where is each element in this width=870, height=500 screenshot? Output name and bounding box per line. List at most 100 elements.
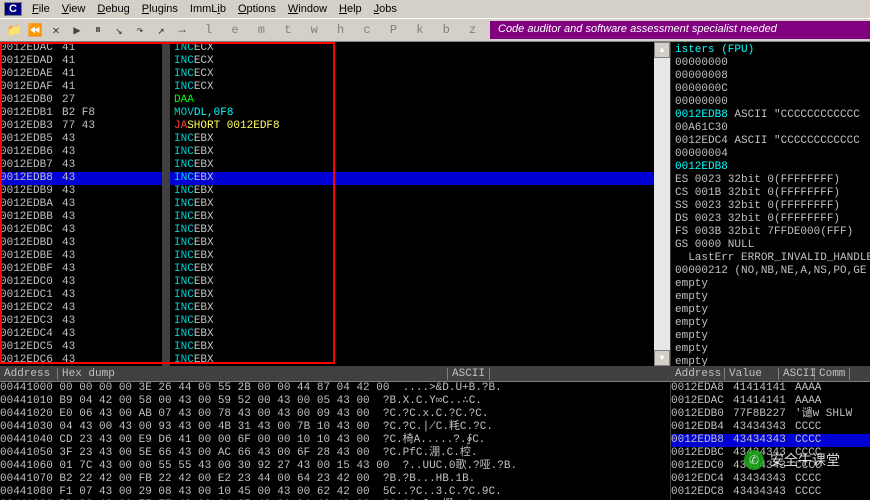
disasm-row[interactable]: 0012EDB943INC EBX [0, 185, 670, 198]
dump-row[interactable]: 00441020 E0 06 43 00 AB 07 43 00 78 43 0… [0, 408, 670, 421]
menu-debug[interactable]: Debug [91, 3, 135, 15]
register-line: empty [675, 356, 866, 366]
disasm-row[interactable]: 0012EDB543INC EBX [0, 133, 670, 146]
register-line: CS 001B 32bit 0(FFFFFFFF) [675, 187, 866, 200]
stack-row[interactable]: 0012EDC443434343CCCC [671, 473, 870, 486]
register-line: FS 003B 32bit 7FFDE000(FFF) [675, 226, 866, 239]
step-over-icon[interactable]: ↷ [130, 20, 150, 40]
register-line: 00000000 [675, 57, 866, 70]
dump-row[interactable]: 00441000 00 00 00 00 3E 26 44 00 55 2B 0… [0, 382, 670, 395]
register-line: LastErr ERROR_INVALID_HANDLE [675, 252, 866, 265]
disasm-row[interactable]: 0012EDC043INC EBX [0, 276, 670, 289]
register-line: isters (FPU) [675, 44, 866, 57]
stack-row[interactable]: 0012EDB843434343CCCC [671, 434, 870, 447]
menu-immlib[interactable]: ImmLib [184, 3, 232, 15]
menu-jobs[interactable]: Jobs [368, 3, 403, 15]
app-logo-icon: C [4, 2, 22, 16]
run-to-icon[interactable]: → [172, 20, 192, 40]
disasm-row[interactable]: 0012EDB027DAA [0, 94, 670, 107]
menu-view[interactable]: View [56, 3, 92, 15]
menu-help[interactable]: Help [333, 3, 368, 15]
stack-header: Address Value ASCII Comm [671, 367, 870, 382]
stack-row[interactable]: 0012EDA841414141AAAA [671, 382, 870, 395]
stack-row[interactable]: 0012EDBC43434343CCCC [671, 447, 870, 460]
register-line: 00000008 [675, 70, 866, 83]
disasm-row[interactable]: 0012EDB743INC EBX [0, 159, 670, 172]
register-line: 00A61C30 [675, 122, 866, 135]
stack-row[interactable]: 0012EDC043434343CCCC [671, 460, 870, 473]
stack-row[interactable]: 0012EDAC41414141AAAA [671, 395, 870, 408]
register-line: GS 0000 NULL [675, 239, 866, 252]
disasm-row[interactable]: 0012EDAD41INC ECX [0, 55, 670, 68]
open-icon[interactable]: 📁 [4, 20, 24, 40]
register-line: 00000212 (NO,NB,NE,A,NS,PO,GE [675, 265, 866, 278]
disasm-row[interactable]: 0012EDB643INC EBX [0, 146, 670, 159]
stack-hdr-comment: Comm [815, 368, 850, 380]
dump-row[interactable]: 00441010 B9 04 42 00 58 00 43 00 59 52 0… [0, 395, 670, 408]
disasm-row[interactable]: 0012EDAF41INC ECX [0, 81, 670, 94]
bottom-area: Address Hex dump ASCII 00441000 00 00 00… [0, 366, 870, 500]
register-line: DS 0023 32bit 0(FFFFFFFF) [675, 213, 866, 226]
disasm-row[interactable]: 0012EDAC41INC ECX [0, 42, 670, 55]
registers-pane[interactable]: isters (FPU)00000000000000080000000C0000… [670, 42, 870, 366]
dump-row[interactable]: 00441040 CD 23 43 00 E9 D6 41 00 00 6F 0… [0, 434, 670, 447]
dump-row[interactable]: 00441050 3F 23 43 00 5E 66 43 00 AC 66 4… [0, 447, 670, 460]
menu-bar: C FFileile View Debug Plugins ImmLib Opt… [0, 0, 870, 18]
disasm-row[interactable]: 0012EDC143INC EBX [0, 289, 670, 302]
menu-plugins[interactable]: Plugins [136, 3, 184, 15]
register-line: empty [675, 317, 866, 330]
stack-row[interactable]: 0012EDB443434343CCCC [671, 421, 870, 434]
hex-dump-pane[interactable]: Address Hex dump ASCII 00441000 00 00 00… [0, 367, 670, 500]
disasm-row[interactable]: 0012EDC643INC EBX [0, 354, 670, 366]
disassembly-list[interactable]: 0012EDAC41INC ECX0012EDAD41INC ECX0012ED… [0, 42, 670, 366]
dump-row[interactable]: 00441080 F1 07 43 00 29 08 43 00 10 45 0… [0, 486, 670, 499]
pause-icon[interactable]: ⏸ [88, 20, 108, 40]
play-icon[interactable]: ▶ [67, 20, 87, 40]
scroll-track[interactable] [654, 58, 670, 350]
menu-file[interactable]: FFileile [26, 3, 56, 15]
cpu-scrollbar[interactable]: ▲ ▼ [654, 42, 670, 366]
stack-row[interactable]: 0012EDB077F8B227'谴w SHLW [671, 408, 870, 421]
menu-options[interactable]: Options [232, 3, 282, 15]
disasm-row[interactable]: 0012EDBC43INC EBX [0, 224, 670, 237]
close-icon[interactable]: ✕ [46, 20, 66, 40]
disasm-row[interactable]: 0012EDBF43INC EBX [0, 263, 670, 276]
stack-hdr-ascii: ASCII [779, 368, 815, 380]
register-line: empty [675, 278, 866, 291]
step-into-icon[interactable]: ↘ [109, 20, 129, 40]
disasm-row[interactable]: 0012EDB377 43JA SHORT 0012EDF8 [0, 120, 670, 133]
rewind-icon[interactable]: ⏪ [25, 20, 45, 40]
scroll-up-icon[interactable]: ▲ [654, 42, 670, 58]
register-line: 0000000C [675, 83, 866, 96]
register-line: empty [675, 330, 866, 343]
disasm-row[interactable]: 0012EDBB43INC EBX [0, 211, 670, 224]
stack-row[interactable]: 0012EDC843434343CCCC [671, 486, 870, 499]
disasm-row[interactable]: 0012EDC443INC EBX [0, 328, 670, 341]
step-out-icon[interactable]: ↗ [151, 20, 171, 40]
scroll-down-icon[interactable]: ▼ [654, 350, 670, 366]
register-line: 00000000 [675, 96, 866, 109]
stack-hdr-value: Value [725, 368, 779, 380]
stack-pane[interactable]: Address Value ASCII Comm 0012EDA84141414… [670, 367, 870, 500]
disasm-row[interactable]: 0012EDC343INC EBX [0, 315, 670, 328]
dump-hdr-ascii: ASCII [448, 368, 490, 380]
disasm-row[interactable]: 0012EDBE43INC EBX [0, 250, 670, 263]
register-line: 0012EDC4 ASCII "CCCCCCCCCCCC [675, 135, 866, 148]
dump-row[interactable]: 00441060 01 7C 43 00 00 55 55 43 00 30 9… [0, 460, 670, 473]
register-line: ES 0023 32bit 0(FFFFFFFF) [675, 174, 866, 187]
disasm-row[interactable]: 0012EDB1B2 F8MOV DL,0F8 [0, 107, 670, 120]
toolbar: 📁 ⏪ ✕ ▶ ⏸ ↘ ↷ ↗ → l e m t w h c P k b z … [0, 18, 870, 42]
disasm-row[interactable]: 0012EDC543INC EBX [0, 341, 670, 354]
disasm-row[interactable]: 0012EDAE41INC ECX [0, 68, 670, 81]
disasm-row[interactable]: 0012EDBA43INC EBX [0, 198, 670, 211]
disasm-row[interactable]: 0012EDBD43INC EBX [0, 237, 670, 250]
dump-row[interactable]: 00441030 04 43 00 43 00 93 43 00 4B 31 4… [0, 421, 670, 434]
cpu-pane[interactable]: 0012EDAC41INC ECX0012EDAD41INC ECX0012ED… [0, 42, 670, 366]
register-line: SS 0023 32bit 0(FFFFFFFF) [675, 200, 866, 213]
dump-header: Address Hex dump ASCII [0, 367, 670, 382]
disasm-row[interactable]: 0012EDB843INC EBX [0, 172, 670, 185]
menu-window[interactable]: Window [282, 3, 333, 15]
disasm-row[interactable]: 0012EDC243INC EBX [0, 302, 670, 315]
dump-row[interactable]: 00441070 B2 22 42 00 FB 22 42 00 E2 23 4… [0, 473, 670, 486]
register-line: empty [675, 291, 866, 304]
